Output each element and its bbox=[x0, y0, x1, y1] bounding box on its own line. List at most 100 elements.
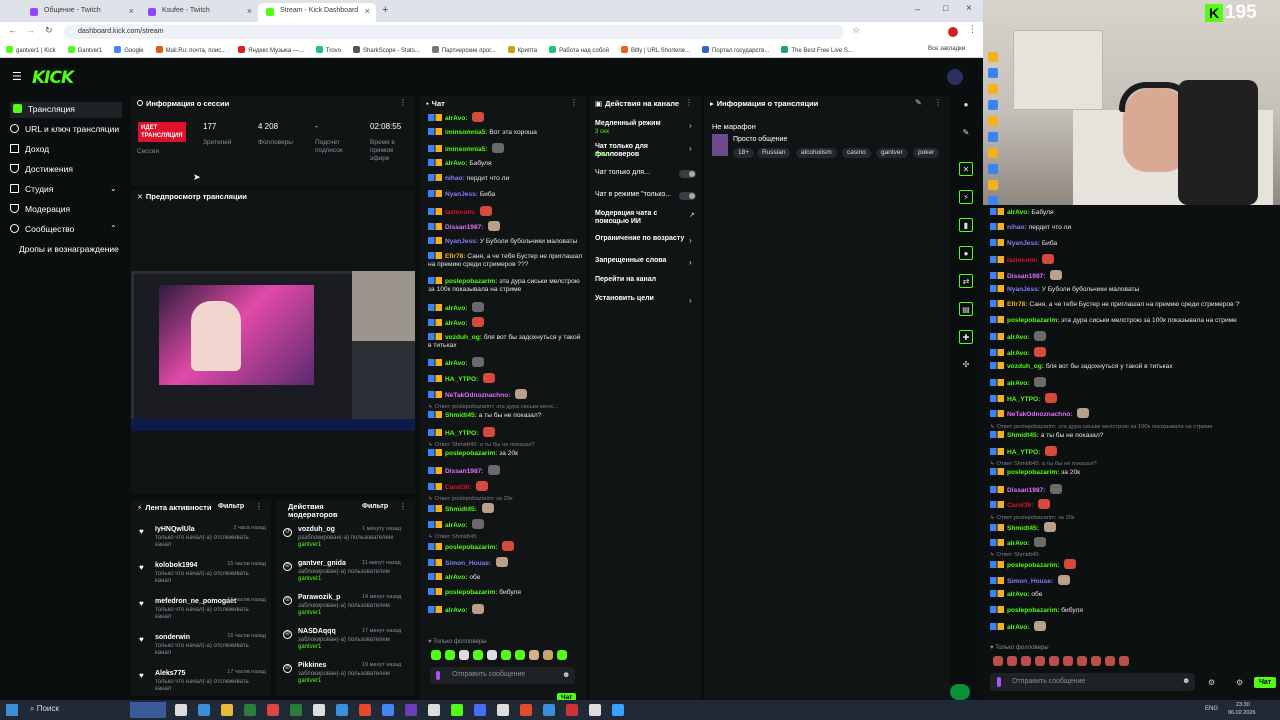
chat-message[interactable]: NeTakOdnoznachno: bbox=[990, 408, 1240, 419]
chat-username[interactable]: alrAvo: bbox=[445, 320, 467, 327]
chat-message[interactable]: HA_YTPO: bbox=[428, 373, 583, 383]
chat-username[interactable]: Shmidt45: bbox=[1007, 525, 1039, 532]
chat-message[interactable]: Dissan1987: bbox=[428, 221, 583, 232]
chat-message[interactable]: poslepobazarim: за 20к bbox=[428, 449, 583, 457]
chat-username[interactable]: Dissan1987: bbox=[1007, 487, 1046, 494]
taskbar-app-icon[interactable] bbox=[244, 704, 256, 716]
hamburger-menu-icon[interactable]: ☰ bbox=[12, 70, 22, 83]
sidebar-item-moderation[interactable]: Модерация bbox=[10, 204, 70, 220]
emote-icon[interactable] bbox=[515, 650, 525, 660]
taskbar-app-icon[interactable] bbox=[520, 704, 532, 716]
chat-message[interactable]: iminsomnia5: Вот эта хороша bbox=[428, 127, 583, 136]
taskbar-app-icon[interactable] bbox=[497, 704, 509, 716]
chat-username[interactable]: Dissan1987: bbox=[445, 224, 484, 231]
bookmark-item[interactable]: SharkScope - Stats... bbox=[353, 46, 420, 54]
channel-action-1[interactable]: Медленный режим bbox=[595, 120, 690, 128]
chevron-right-icon[interactable]: › bbox=[689, 236, 692, 245]
toolbar-icon[interactable] bbox=[988, 164, 998, 174]
url-field[interactable]: dashboard.kick.com/stream bbox=[64, 25, 844, 39]
emote-icon[interactable] bbox=[1077, 656, 1087, 666]
stream-tag[interactable]: poker bbox=[913, 148, 940, 158]
chat-message[interactable]: nihao: пердит что ли bbox=[428, 174, 583, 182]
emoji-icon[interactable]: ☻ bbox=[1182, 676, 1190, 685]
activity-username[interactable]: kolobok1994 bbox=[155, 562, 197, 569]
chat-message[interactable]: poslepobazarim: бибуля bbox=[990, 605, 1240, 614]
channel-action-6[interactable]: Ограничение по возрасту bbox=[595, 235, 690, 243]
user-avatar[interactable] bbox=[947, 69, 963, 85]
chat-username[interactable]: NyanJess: bbox=[445, 191, 478, 198]
chat-message[interactable]: laziocom: bbox=[428, 205, 583, 216]
chat-message[interactable]: vozduh_og: бля вот бы задохнуться у тако… bbox=[990, 362, 1240, 370]
chat-username[interactable]: alrAvo: bbox=[1007, 540, 1029, 547]
bookmark-item[interactable]: Крипта bbox=[507, 46, 537, 54]
activity-username[interactable]: Aleks775 bbox=[155, 670, 185, 677]
chat-message[interactable]: alrAvo: bbox=[428, 301, 583, 312]
chat-message[interactable]: poslepobazarim: bbox=[428, 541, 583, 552]
chat-message[interactable]: alrAvo: bbox=[990, 346, 1240, 357]
minimize-icon[interactable]: – bbox=[915, 4, 920, 14]
toolbar-icon[interactable] bbox=[988, 84, 998, 94]
mod-action-username[interactable]: NASDAqqq bbox=[298, 628, 336, 635]
chat-username[interactable]: poslepobazarim: bbox=[1007, 317, 1059, 324]
activity-username[interactable]: IyHNQwlUla bbox=[155, 526, 195, 533]
emote-icon[interactable] bbox=[431, 650, 441, 660]
sidebar-item-revenue[interactable]: Доход bbox=[10, 144, 49, 160]
link-icon[interactable]: ⇄ bbox=[959, 274, 973, 288]
emote-icon[interactable] bbox=[1091, 656, 1101, 666]
chat-message[interactable]: Shmidt45: а ты бы не показал? bbox=[990, 430, 1240, 439]
emote-icon[interactable] bbox=[459, 650, 469, 660]
chat-username[interactable]: Dissan1987: bbox=[445, 468, 484, 475]
emote-icon[interactable] bbox=[1021, 656, 1031, 666]
activity-filter-button[interactable]: Фильтр bbox=[218, 503, 244, 510]
kick-logo[interactable]: KICK bbox=[32, 68, 74, 88]
bookmark-item[interactable]: Портал государств... bbox=[702, 46, 769, 54]
stream-tag[interactable]: alcoholism bbox=[796, 148, 837, 158]
popout-send-button[interactable]: Чат bbox=[1254, 677, 1277, 688]
chat-username[interactable]: alrAvo: bbox=[445, 360, 467, 367]
chat-username[interactable]: alrAvo: bbox=[445, 305, 467, 312]
channel-action-7[interactable]: Запрещенные слова bbox=[595, 257, 690, 265]
bookmark-item[interactable]: gantver1 | Kick bbox=[6, 46, 56, 54]
emoji-icon[interactable]: ☻ bbox=[562, 670, 570, 679]
bookmark-item[interactable]: Mail.Ru: почта, поис... bbox=[155, 46, 226, 54]
taskbar-app-icon[interactable] bbox=[175, 704, 187, 716]
wrench-icon[interactable]: ✚ bbox=[959, 330, 973, 344]
chat-username[interactable]: alrAvo: bbox=[445, 522, 467, 529]
all-bookmarks-button[interactable]: Все закладки bbox=[928, 46, 965, 52]
headset-icon[interactable] bbox=[950, 684, 970, 700]
chat-username[interactable]: Shmidt45: bbox=[1007, 432, 1039, 439]
chat-username[interactable]: Simon_House: bbox=[1007, 578, 1053, 585]
chat-message[interactable]: Carol36: bbox=[428, 480, 583, 491]
external-link-icon[interactable]: ↗ bbox=[689, 211, 695, 219]
chat-message[interactable]: NyanJess: У Буболи бубольчики маловаты bbox=[990, 285, 1240, 293]
mod-action-username[interactable]: Parawozik_p bbox=[298, 594, 340, 601]
chat-username[interactable]: alrAvo: bbox=[1007, 380, 1029, 387]
bookmark-item[interactable]: Яндекс Музыка —... bbox=[238, 46, 304, 54]
sidebar-item-drops[interactable]: Дропы и вознаграждение bbox=[19, 244, 119, 260]
chat-message[interactable]: poslepobazarim: бибуля bbox=[428, 588, 583, 596]
gear-icon[interactable]: ⚙ bbox=[1236, 678, 1243, 687]
chat-username[interactable]: HA_YTPO: bbox=[1007, 396, 1040, 403]
chat-username[interactable]: Shmidt45: bbox=[445, 412, 477, 419]
emote-icon[interactable] bbox=[501, 650, 511, 660]
taskbar-app-icon[interactable] bbox=[405, 704, 417, 716]
channel-action-5[interactable]: Модерация чата с помощью ИИ bbox=[595, 210, 690, 226]
chat-bubble-icon[interactable]: ● bbox=[959, 246, 973, 260]
chat-username[interactable]: alrAvo: bbox=[1007, 591, 1029, 598]
chat-username[interactable]: Carol36: bbox=[445, 484, 471, 491]
chat-message[interactable]: Efir78: Саня, а че тебя Бустер не пригла… bbox=[990, 300, 1240, 308]
chat-username[interactable]: alrAvo: bbox=[1007, 334, 1029, 341]
chat-message[interactable]: alrAvo: bbox=[990, 537, 1240, 547]
chat-message[interactable]: poslepobazarim: bbox=[990, 559, 1240, 570]
toolbar-icon[interactable] bbox=[988, 148, 998, 158]
taskbar-widget-image[interactable] bbox=[130, 702, 166, 718]
emote-icon[interactable] bbox=[487, 650, 497, 660]
chat-input[interactable]: Отправить сообщение ☻ bbox=[430, 667, 575, 684]
bookmark-item[interactable]: Gantver1 bbox=[67, 46, 102, 54]
profile-avatar[interactable] bbox=[948, 27, 958, 37]
taskbar-app-icon[interactable] bbox=[198, 704, 210, 716]
toolbar-icon[interactable] bbox=[988, 100, 998, 110]
chat-message[interactable]: poslepobazarim: эта дура сиськи мелстрою… bbox=[428, 277, 583, 294]
sidebar-item-community[interactable]: Сообщество ⌃ bbox=[10, 224, 122, 240]
stream-tag[interactable]: 18+ bbox=[733, 148, 755, 158]
